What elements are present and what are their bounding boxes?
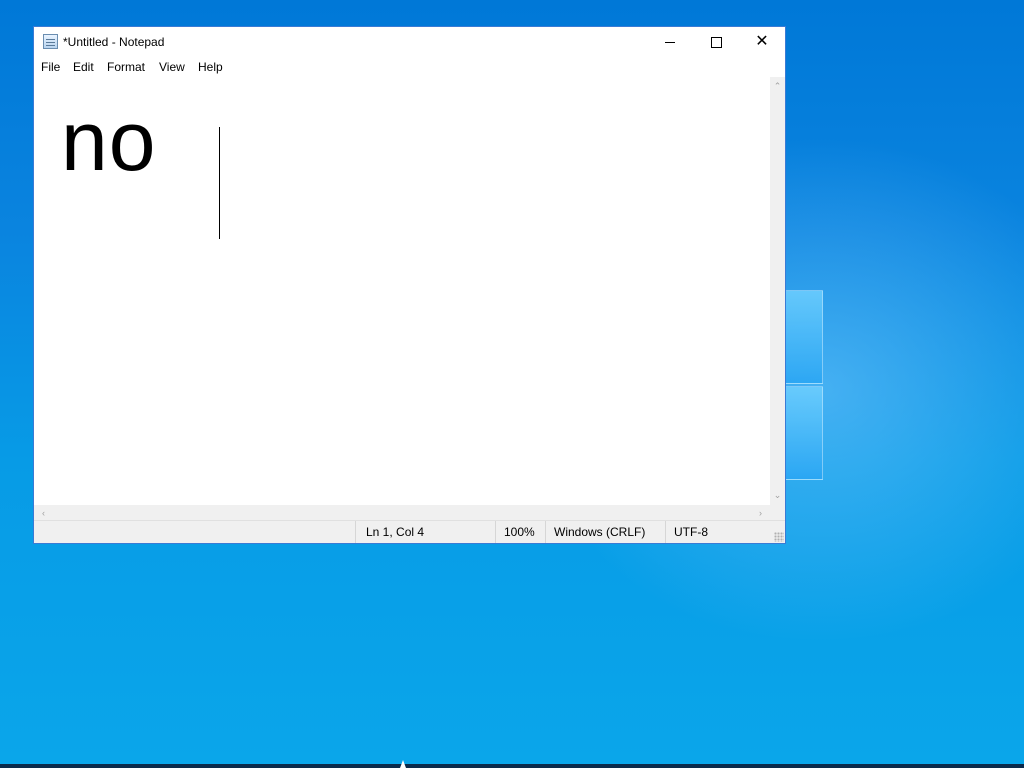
status-encoding: UTF-8: [665, 521, 770, 543]
status-line-ending: Windows (CRLF): [545, 521, 665, 543]
scroll-left-icon[interactable]: ‹: [36, 505, 51, 520]
window-title: *Untitled - Notepad: [63, 35, 165, 49]
title-bar[interactable]: *Untitled - Notepad ✕: [34, 27, 785, 57]
notepad-app-icon[interactable]: [43, 34, 58, 49]
resize-grip-icon[interactable]: [774, 532, 784, 542]
minimize-icon: [665, 41, 675, 43]
menu-format[interactable]: Format: [107, 60, 145, 74]
taskbar-edge: [0, 764, 1024, 768]
menu-file[interactable]: File: [41, 60, 60, 74]
scrollbar-corner: [770, 505, 785, 520]
maximize-icon: [710, 36, 722, 48]
text-caret: [219, 127, 220, 239]
status-bar: Ln 1, Col 4 100% Windows (CRLF) UTF-8: [34, 520, 785, 543]
status-cursor-position: Ln 1, Col 4: [355, 521, 495, 543]
menu-view[interactable]: View: [159, 60, 185, 74]
maximize-button[interactable]: [693, 27, 739, 57]
close-icon: ✕: [755, 33, 769, 50]
vertical-scrollbar[interactable]: ⌃ ⌄: [770, 77, 785, 505]
scroll-up-icon[interactable]: ⌃: [770, 79, 785, 94]
horizontal-scrollbar[interactable]: ‹ ›: [34, 505, 770, 520]
scroll-right-icon[interactable]: ›: [753, 505, 768, 520]
mouse-cursor-icon: [400, 760, 406, 768]
menu-help[interactable]: Help: [198, 60, 223, 74]
text-editor-area[interactable]: no: [34, 77, 770, 505]
scroll-down-icon[interactable]: ⌄: [770, 488, 785, 503]
menu-bar: File Edit Format View Help: [34, 57, 785, 77]
menu-edit[interactable]: Edit: [73, 60, 94, 74]
editor-content[interactable]: no: [61, 91, 156, 191]
windows-logo: [785, 290, 823, 480]
close-button[interactable]: ✕: [739, 27, 785, 57]
minimize-button[interactable]: [647, 27, 693, 57]
status-zoom: 100%: [495, 521, 545, 543]
notepad-window: *Untitled - Notepad ✕ File Edit Format V…: [33, 26, 786, 544]
